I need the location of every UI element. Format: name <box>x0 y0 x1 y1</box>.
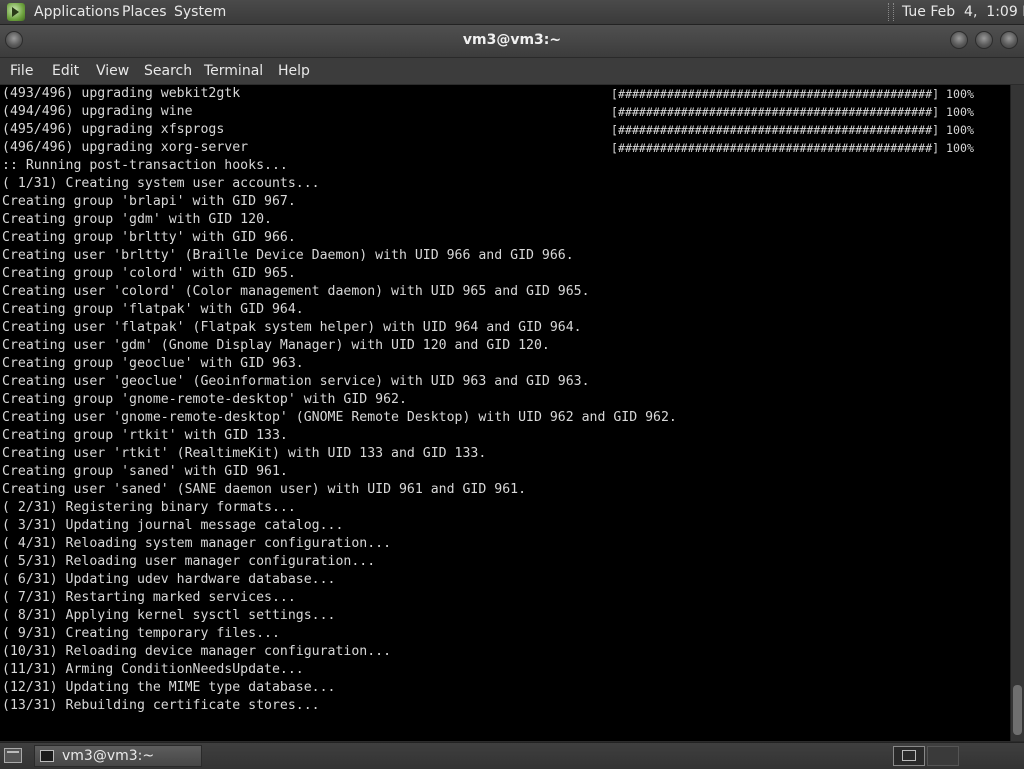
terminal-line: (13/31) Rebuilding certificate stores... <box>2 698 320 713</box>
scrollbar[interactable] <box>1010 85 1024 741</box>
terminal-line: Creating group 'colord' with GID 965. <box>2 266 296 281</box>
workspace-2[interactable] <box>927 746 959 766</box>
window-titlebar[interactable]: vm3@vm3:~ <box>0 25 1024 58</box>
workspace-1[interactable] <box>893 746 925 766</box>
terminal-line: ( 2/31) Registering binary formats... <box>2 500 296 515</box>
taskbar-button-terminal[interactable]: vm3@vm3:~ <box>34 745 202 767</box>
terminal-line: ( 7/31) Restarting marked services... <box>2 590 296 605</box>
maximize-button[interactable] <box>975 31 993 49</box>
menu-search[interactable]: Search <box>144 62 192 80</box>
terminal-line: Creating user 'flatpak' (Flatpak system … <box>2 320 582 335</box>
progress-bar: [#######################################… <box>611 141 940 155</box>
menu-applications[interactable]: Applications <box>34 4 120 20</box>
terminal-line: (495/496) upgrading xfsprogs <box>2 122 225 137</box>
menu-edit[interactable]: Edit <box>52 62 79 80</box>
menu-view[interactable]: View <box>96 62 129 80</box>
terminal-line: Creating group 'rtkit' with GID 133. <box>2 428 288 443</box>
bottom-panel: vm3@vm3:~ <box>0 742 1024 769</box>
progress-bar: [#######################################… <box>611 87 940 101</box>
terminal-line: Creating group 'brlapi' with GID 967. <box>2 194 296 209</box>
progress-bar-text: [#######################################… <box>611 103 974 121</box>
menu-terminal[interactable]: Terminal <box>204 62 263 80</box>
progress-bar: [#######################################… <box>611 105 940 119</box>
progress-bar: [#######################################… <box>611 123 940 137</box>
progress-percent: 100% <box>946 105 974 119</box>
terminal-line: (11/31) Arming ConditionNeedsUpdate... <box>2 662 304 677</box>
terminal-line: Creating group 'brltty' with GID 966. <box>2 230 296 245</box>
terminal-line: (496/496) upgrading xorg-server <box>2 140 249 155</box>
terminal-line: Creating user 'gnome-remote-desktop' (GN… <box>2 410 677 425</box>
scrollbar-thumb[interactable] <box>1013 685 1022 735</box>
taskbar-button-label: vm3@vm3:~ <box>62 748 155 764</box>
menu-help[interactable]: Help <box>278 62 310 80</box>
progress-bar-text: [#######################################… <box>611 139 974 157</box>
terminal-icon <box>40 750 54 762</box>
terminal-line: Creating group 'geoclue' with GID 963. <box>2 356 304 371</box>
terminal-line: (10/31) Reloading device manager configu… <box>2 644 392 659</box>
applications-icon[interactable] <box>7 3 25 21</box>
terminal-line: Creating user 'geoclue' (Geoinformation … <box>2 374 590 389</box>
menu-system[interactable]: System <box>174 4 226 20</box>
terminal-line: Creating group 'gdm' with GID 120. <box>2 212 272 227</box>
terminal-line: Creating user 'brltty' (Braille Device D… <box>2 248 574 263</box>
progress-bar-text: [#######################################… <box>611 85 974 103</box>
terminal-line: Creating user 'colord' (Color management… <box>2 284 590 299</box>
terminal-line: Creating group 'gnome-remote-desktop' wi… <box>2 392 407 407</box>
terminal-line: Creating group 'saned' with GID 961. <box>2 464 288 479</box>
progress-percent: 100% <box>946 87 974 101</box>
terminal-line: ( 6/31) Updating udev hardware database.… <box>2 572 336 587</box>
terminal-output[interactable]: (493/496) upgrading webkit2gtk (494/496) … <box>0 85 1010 741</box>
progress-percent: 100% <box>946 141 974 155</box>
terminal-line: :: Running post-transaction hooks... <box>2 158 288 173</box>
terminal-line: Creating group 'flatpak' with GID 964. <box>2 302 304 317</box>
terminal-line: ( 9/31) Creating temporary files... <box>2 626 280 641</box>
progress-percent: 100% <box>946 123 974 137</box>
menubar: File Edit View Search Terminal Help <box>0 58 1024 84</box>
terminal-line: ( 4/31) Reloading system manager configu… <box>2 536 392 551</box>
terminal-line: (494/496) upgrading wine <box>2 104 193 119</box>
window-title: vm3@vm3:~ <box>462 32 562 48</box>
clock[interactable]: Tue Feb 4, 1:09 PM <box>902 4 1024 20</box>
panel-separator <box>888 3 894 21</box>
top-panel: Applications Places System Tue Feb 4, 1:… <box>0 0 1024 25</box>
menu-file[interactable]: File <box>10 62 33 80</box>
terminal-line: Creating user 'saned' (SANE daemon user)… <box>2 482 527 497</box>
close-button[interactable] <box>1000 31 1018 49</box>
show-desktop-icon[interactable] <box>4 748 22 763</box>
terminal-line: ( 5/31) Reloading user manager configura… <box>2 554 376 569</box>
minimize-button[interactable] <box>950 31 968 49</box>
terminal-line: ( 8/31) Applying kernel sysctl settings.… <box>2 608 336 623</box>
terminal-line: Creating user 'gdm' (Gnome Display Manag… <box>2 338 550 353</box>
terminal-line: ( 1/31) Creating system user accounts... <box>2 176 320 191</box>
menu-places[interactable]: Places <box>122 4 167 20</box>
terminal-line: Creating user 'rtkit' (RealtimeKit) with… <box>2 446 487 461</box>
terminal-line: ( 3/31) Updating journal message catalog… <box>2 518 344 533</box>
terminal-line: (493/496) upgrading webkit2gtk <box>2 86 241 101</box>
terminal-line: (12/31) Updating the MIME type database.… <box>2 680 336 695</box>
progress-bar-text: [#######################################… <box>611 121 974 139</box>
